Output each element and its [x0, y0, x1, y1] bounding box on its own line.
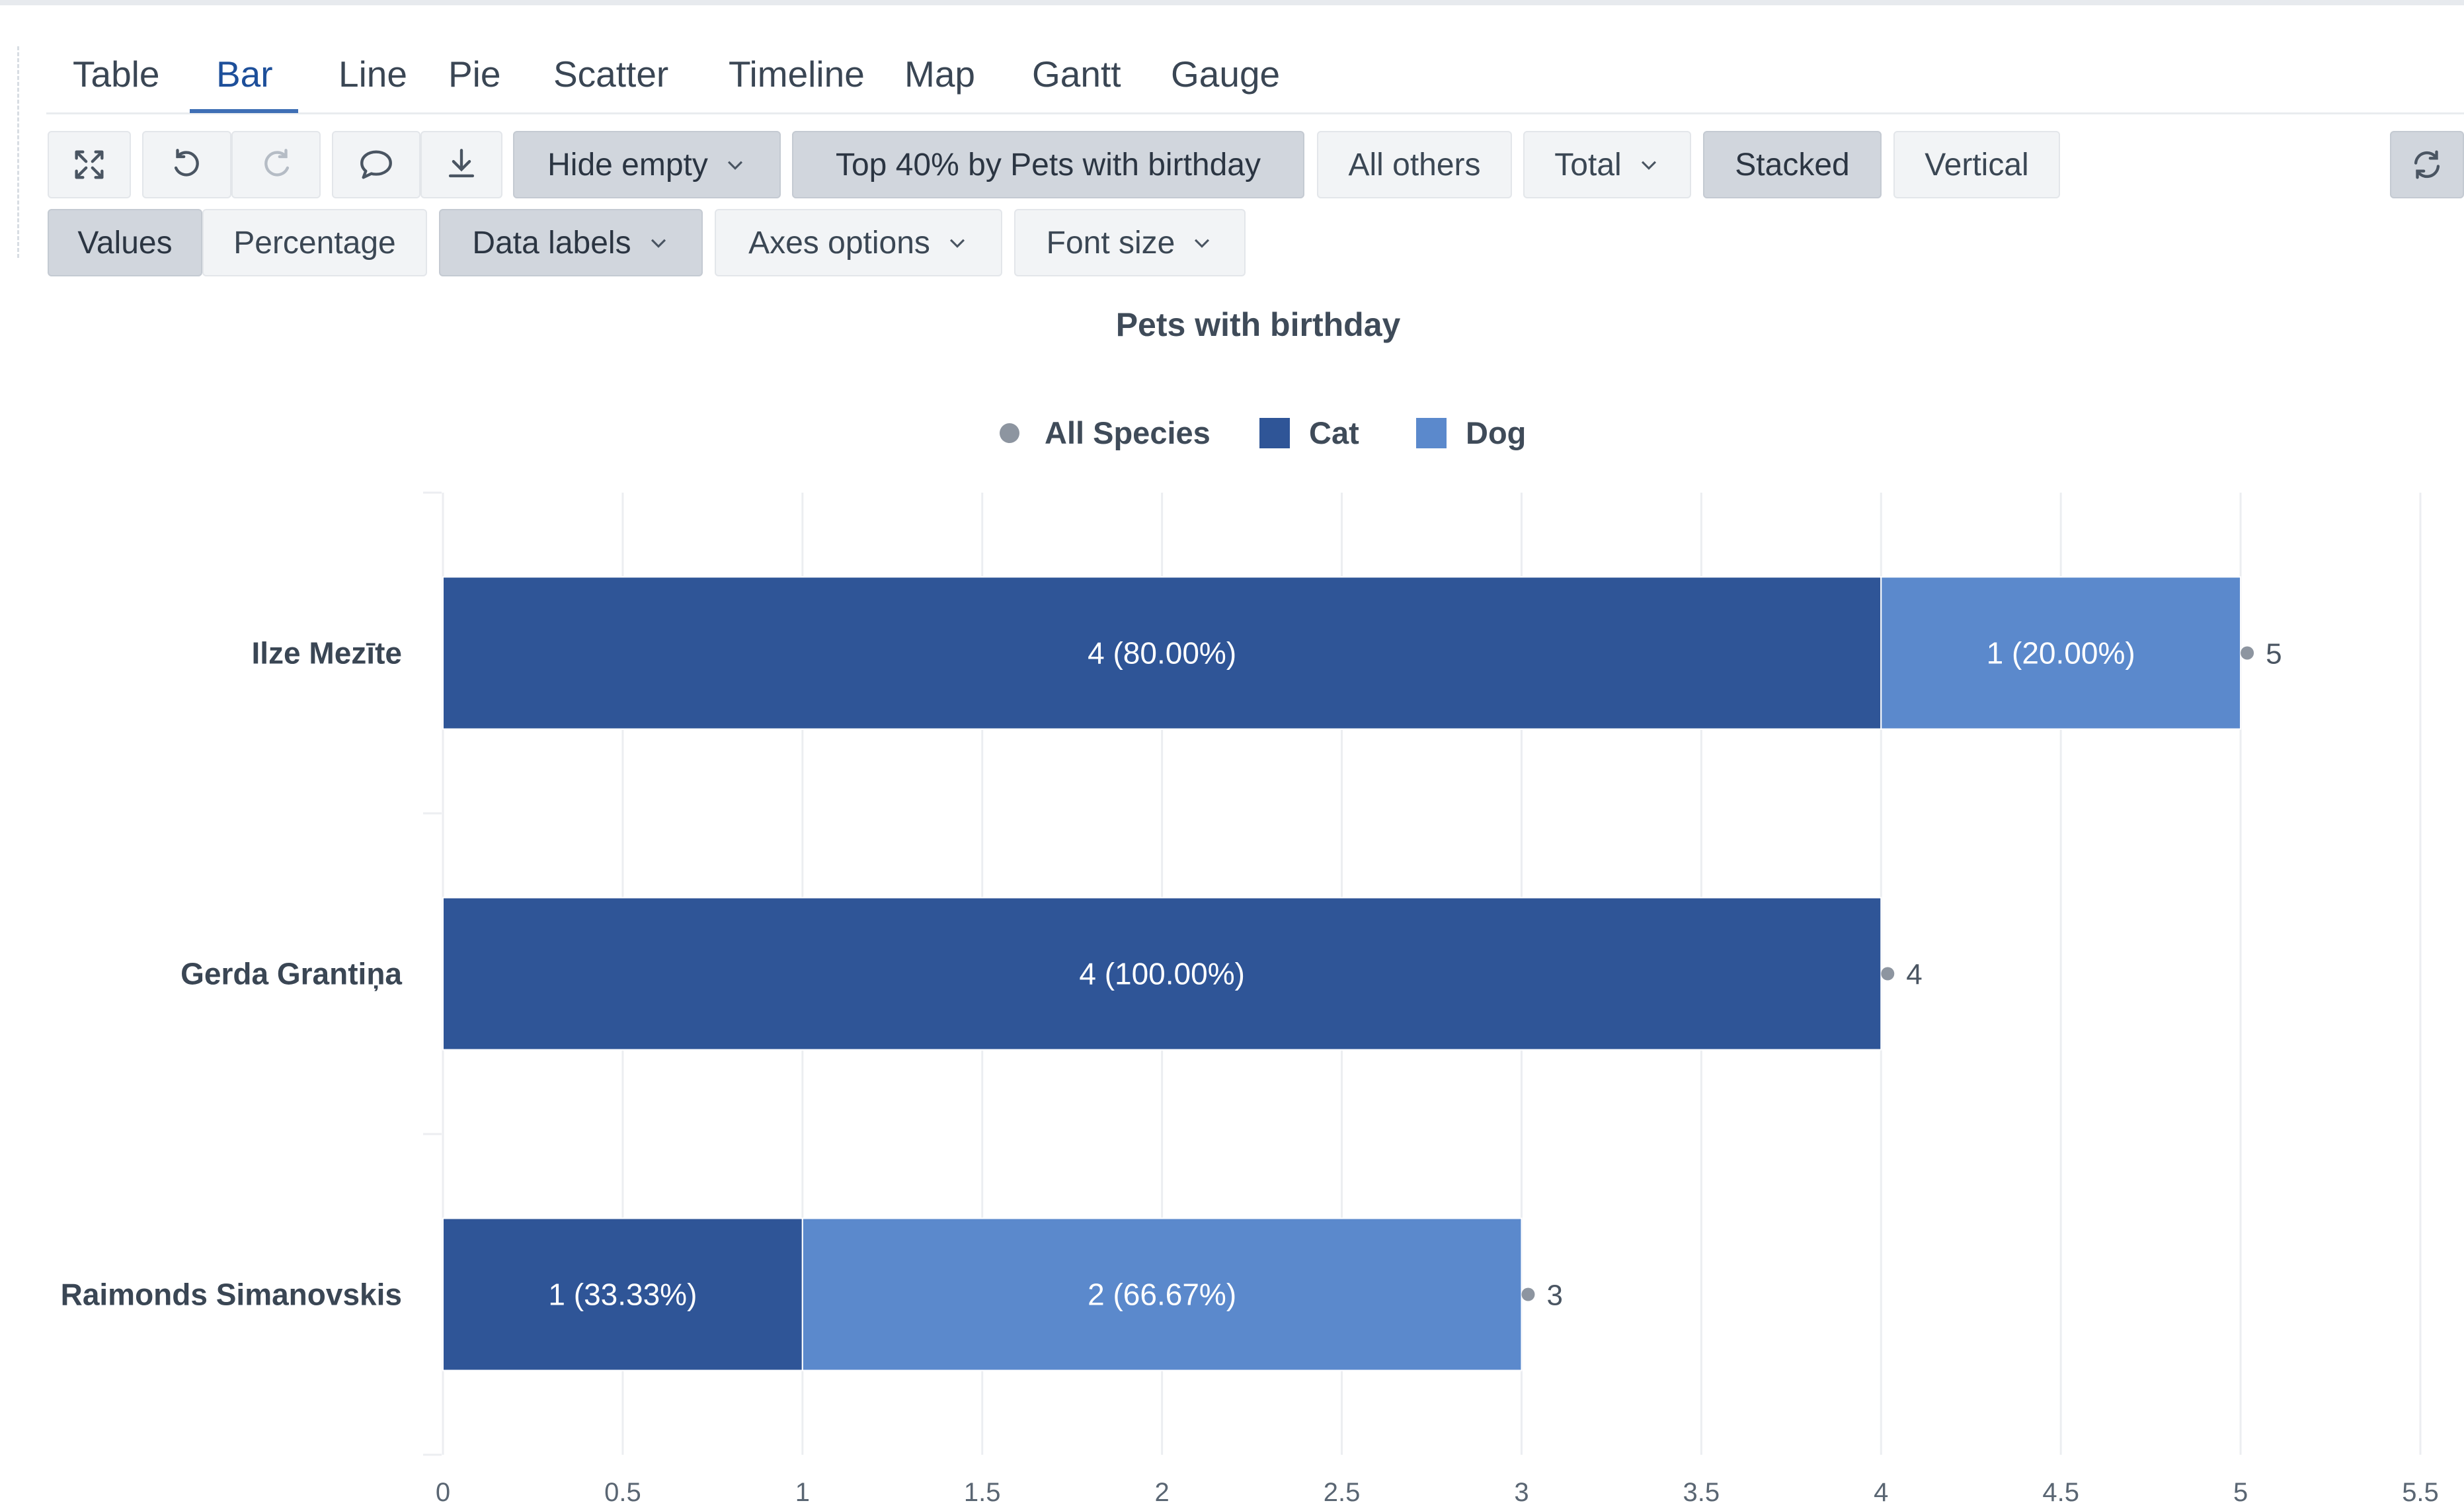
category-label: Raimonds Simanovskis — [61, 1278, 402, 1312]
bar-data-label: 1 (33.33%) — [548, 1278, 697, 1312]
legend-marker-dog — [1416, 418, 1447, 448]
legend-label: Dog — [1466, 415, 1526, 450]
x-tick-label: 1 — [795, 1478, 810, 1507]
x-tick-label: 4.5 — [2042, 1478, 2079, 1507]
total-label: 3 — [1546, 1280, 1562, 1312]
x-tick-label: 2 — [1155, 1478, 1170, 1507]
bar-data-label: 2 (66.67%) — [1088, 1278, 1236, 1312]
x-tick-label: 4 — [1874, 1478, 1888, 1507]
x-tick-label: 3 — [1514, 1478, 1529, 1507]
category-label: Ilze Mezīte — [251, 636, 402, 671]
total-marker — [2241, 646, 2254, 660]
x-tick-label: 1.5 — [964, 1478, 1001, 1507]
x-tick-label: 0.5 — [604, 1478, 641, 1507]
bar-data-label: 4 (100.00%) — [1079, 957, 1245, 991]
total-label: 4 — [1906, 959, 1922, 991]
legend-label: All Species — [1045, 415, 1211, 450]
legend-marker-all-species — [1000, 423, 1019, 443]
legend-label: Cat — [1309, 415, 1359, 450]
total-label: 5 — [2266, 638, 2282, 671]
bar-data-label: 1 (20.00%) — [1987, 636, 2135, 671]
bar-data-label: 4 (80.00%) — [1088, 636, 1236, 671]
x-tick-label: 0 — [436, 1478, 450, 1507]
x-tick-label: 3.5 — [1683, 1478, 1720, 1507]
total-marker — [1881, 967, 1895, 981]
x-tick-label: 2.5 — [1324, 1478, 1361, 1507]
x-tick-label: 5 — [2233, 1478, 2248, 1507]
total-marker — [1521, 1287, 1535, 1301]
category-label: Gerda Grantiņa — [180, 957, 402, 992]
bar-chart: Pets with birthday All Species Cat Dog 0 0.5 1… — [61, 306, 2439, 1507]
legend-marker-cat — [1259, 418, 1290, 448]
chart-title: Pets with birthday — [1116, 306, 1401, 343]
x-tick-label: 5.5 — [2402, 1478, 2439, 1507]
